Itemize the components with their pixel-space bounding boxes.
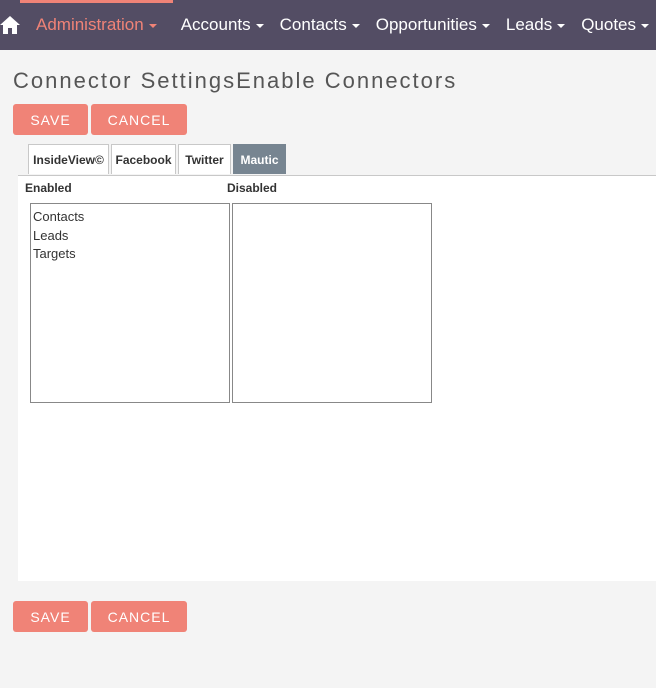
top-nav: Administration Accounts Contacts Opportu…	[0, 0, 656, 50]
nav-label: Accounts	[180, 15, 251, 34]
nav-label: Administration	[36, 15, 144, 34]
list-option-targets[interactable]: Targets	[33, 245, 227, 264]
caret-down-icon	[557, 24, 566, 28]
caret-down-icon	[255, 24, 264, 28]
tab-insideview[interactable]: InsideView©	[28, 144, 109, 174]
home-button[interactable]	[0, 0, 20, 50]
tab-facebook[interactable]: Facebook	[111, 144, 176, 174]
tab-twitter[interactable]: Twitter	[178, 144, 231, 174]
nav-label: Opportunities	[375, 15, 477, 34]
enabled-label: Enabled	[25, 181, 72, 195]
nav-label: Leads	[505, 15, 553, 34]
cancel-button-bottom[interactable]: CANCEL	[91, 601, 187, 632]
cancel-button[interactable]: CANCEL	[91, 104, 187, 135]
home-icon	[0, 16, 20, 34]
caret-down-icon	[481, 24, 490, 28]
disabled-label: Disabled	[227, 181, 278, 195]
tab-mautic[interactable]: Mautic	[233, 144, 286, 174]
top-button-row: SAVE CANCEL	[13, 104, 187, 135]
tab-panel: Enabled Disabled Contacts Leads Targets	[18, 175, 656, 581]
nav-contacts[interactable]: Contacts	[272, 0, 368, 50]
caret-down-icon	[148, 24, 157, 28]
nav-opportunities[interactable]: Opportunities	[368, 0, 498, 50]
caret-down-icon	[641, 24, 650, 28]
list-option-contacts[interactable]: Contacts	[33, 208, 227, 227]
nav-administration[interactable]: Administration	[20, 0, 173, 50]
disabled-listbox[interactable]	[232, 203, 432, 403]
connector-tabs: InsideView© Facebook Twitter Mautic	[28, 144, 286, 174]
bottom-button-row: SAVE CANCEL	[13, 601, 187, 632]
nav-quotes[interactable]: Quotes	[573, 0, 656, 50]
nav-accounts[interactable]: Accounts	[173, 0, 272, 50]
nav-label: Contacts	[279, 15, 347, 34]
list-option-leads[interactable]: Leads	[33, 227, 227, 246]
caret-down-icon	[351, 24, 360, 28]
page-title: Connector SettingsEnable Connectors	[13, 68, 458, 93]
nav-leads[interactable]: Leads	[498, 0, 573, 50]
nav-label: Quotes	[581, 15, 637, 34]
save-button-bottom[interactable]: SAVE	[13, 601, 88, 632]
enabled-listbox[interactable]: Contacts Leads Targets	[30, 203, 230, 403]
save-button[interactable]: SAVE	[13, 104, 88, 135]
